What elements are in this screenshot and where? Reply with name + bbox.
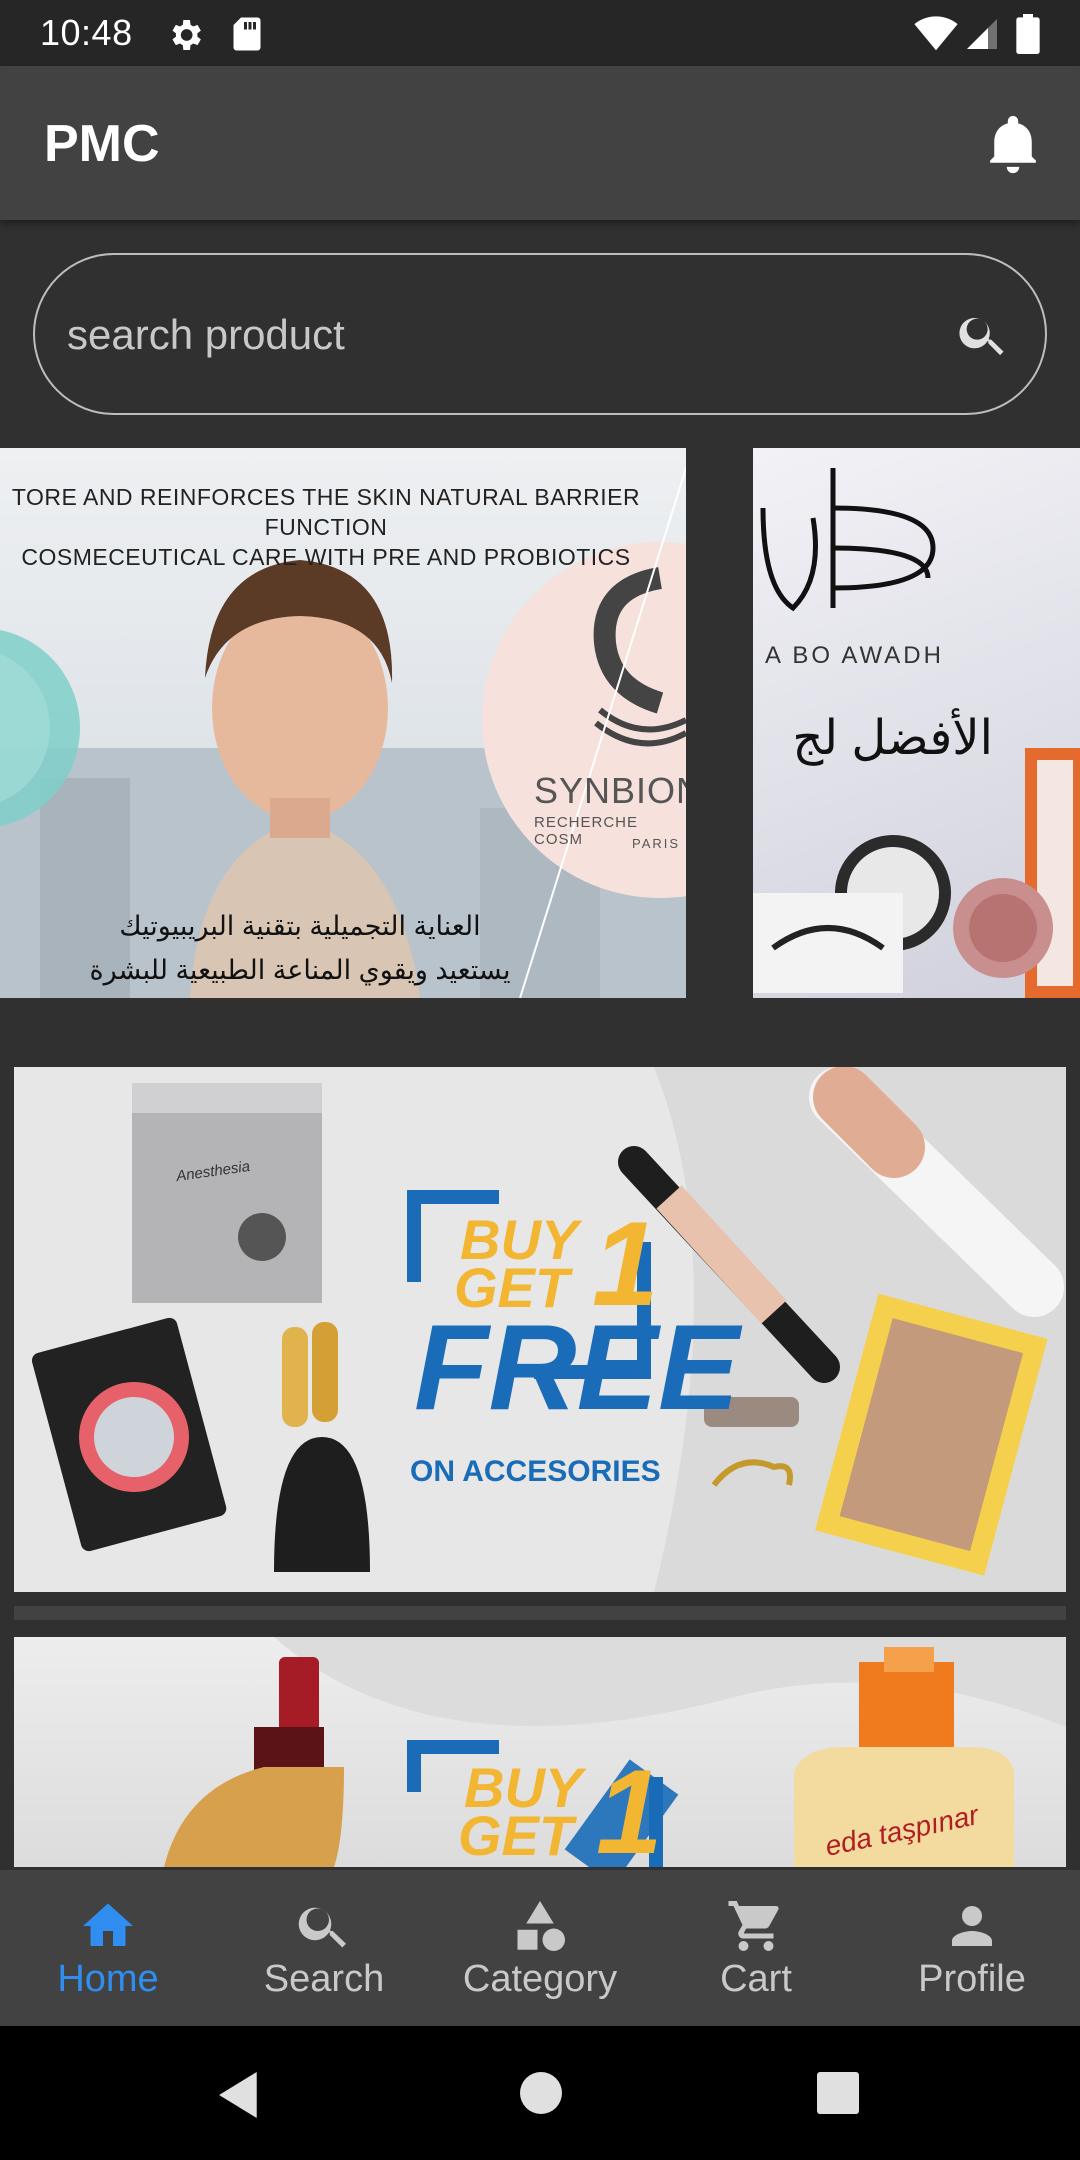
slide-headline-line1: TORE AND REINFORCES THE SKIN NATURAL BAR… (11, 484, 641, 540)
search-bar[interactable] (33, 253, 1047, 415)
promo-banner-skincare[interactable]: BUY GET 1 eda taşpınar (14, 1637, 1066, 1867)
nav-search[interactable]: Search (216, 1870, 432, 2026)
home-icon (83, 1903, 133, 1946)
carousel-slide-synbion[interactable]: TORE AND REINFORCES THE SKIN NATURAL BAR… (0, 448, 686, 998)
promo-banner-accessories[interactable]: BUY GET 1 FREE ON ACCESORIES Anesthesia (14, 1067, 1066, 1592)
status-bar: 10:48 (0, 0, 1080, 66)
slide-arabic-line1: العناية التجميلية بتقنية البريبيوتيك (119, 911, 481, 941)
bottom-navigation: Home Search Category Cart Profile (0, 1870, 1080, 2026)
app-title: PMC (44, 115, 160, 173)
signal-icon (967, 19, 997, 49)
category-icon (517, 1901, 565, 1951)
promo-subtitle: ON ACCESORIES (410, 1455, 661, 1488)
promo-free-text: FREE (414, 1299, 740, 1435)
nav-cart[interactable]: Cart (648, 1870, 864, 2026)
slide-headline: TORE AND REINFORCES THE SKIN NATURAL BAR… (0, 482, 652, 572)
nav-home[interactable]: Home (0, 1870, 216, 2026)
nav-cart-label: Cart (720, 1958, 792, 2000)
sd-card-icon (233, 17, 261, 51)
recents-icon[interactable] (817, 2072, 859, 2114)
banner-divider (14, 1606, 1066, 1620)
nav-category-label: Category (462, 1958, 618, 2000)
slide2-brand: A BO AWADH (765, 642, 944, 669)
system-navigation-bar (0, 2026, 1080, 2160)
cart-icon (728, 1901, 779, 1951)
carousel-slide-awadh[interactable]: A BO AWADH الأفضل لج (753, 448, 1080, 998)
search-input[interactable] (67, 295, 927, 375)
nav-home-label: Home (57, 1958, 159, 2000)
promo-carousel[interactable]: TORE AND REINFORCES THE SKIN NATURAL BAR… (0, 448, 1080, 998)
app-bar: PMC (0, 66, 1080, 220)
slide-brand-city: PARIS (632, 836, 681, 851)
back-icon[interactable] (218, 2072, 262, 2118)
gear-icon (172, 20, 201, 50)
nav-category[interactable]: Category (432, 1870, 648, 2026)
nav-search-label: Search (263, 1958, 385, 2000)
slide-headline-line2: COSMECEUTICAL CARE WITH PRE AND PROBIOTI… (21, 544, 631, 570)
bell-icon[interactable] (988, 114, 1038, 174)
slide-arabic-line2: يستعيد ويقوي المناعة الطبيعية للبشرة (89, 955, 511, 985)
promo2-one-text: 1 (596, 1745, 663, 1867)
nav-profile[interactable]: Profile (864, 1870, 1080, 2026)
search-icon[interactable] (955, 307, 1011, 363)
slide-brand: SYNBION (534, 770, 686, 811)
promo2-get-text: GET (458, 1804, 574, 1867)
search-icon (298, 1907, 346, 1948)
status-time: 10:48 (40, 12, 133, 53)
nav-profile-label: Profile (918, 1958, 1026, 2000)
wifi-icon (914, 16, 958, 51)
home-circle-icon[interactable] (520, 2072, 562, 2114)
slide-arabic-text: العناية التجميلية بتقنية البريبيوتيك يست… (40, 904, 560, 992)
profile-icon (952, 1906, 992, 1946)
battery-icon (1016, 14, 1040, 54)
slide2-arabic: الأفضل لج (792, 712, 993, 765)
